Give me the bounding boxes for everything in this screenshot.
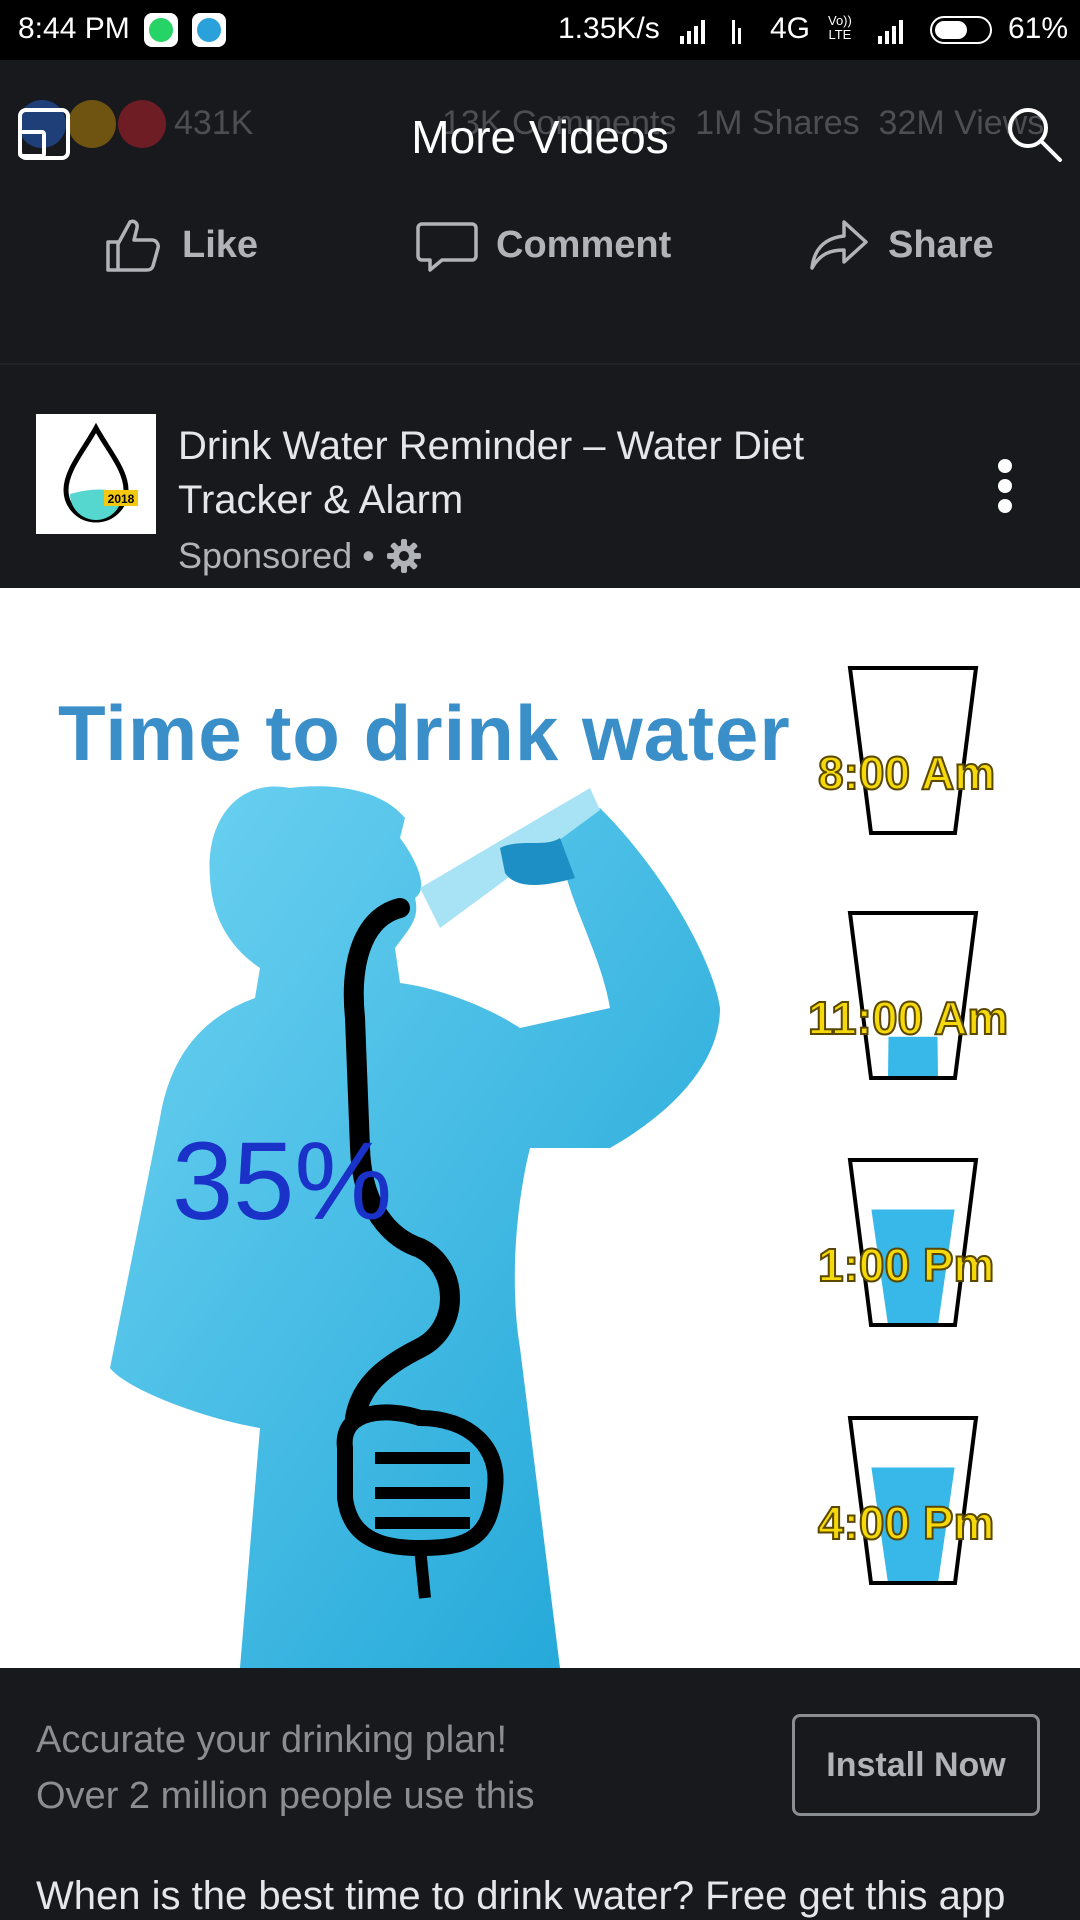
battery-percent: 61% xyxy=(1008,12,1069,45)
advertiser-logo[interactable]: 2018 xyxy=(36,414,156,534)
comment-icon xyxy=(416,222,478,272)
ad-description: Accurate your drinking plan! Over 2 mill… xyxy=(36,1719,535,1817)
sponsored-label: Sponsored xyxy=(178,535,353,576)
ad-footer: Accurate your drinking plan! Over 2 mill… xyxy=(0,1668,1080,1920)
separator-dot: • xyxy=(362,535,375,576)
comment-button[interactable]: Comment xyxy=(416,200,671,290)
glass-time-label: 11:00 Am xyxy=(807,991,1009,1045)
network-type: 4G xyxy=(770,12,811,45)
share-label: Share xyxy=(888,223,994,266)
glass-time-label: 4:00 Pm xyxy=(817,1496,995,1550)
action-bar: Like Comment Share xyxy=(0,200,1080,290)
svg-text:2018: 2018 xyxy=(108,492,135,506)
glass-time-label: 8:00 Am xyxy=(817,746,996,800)
signal-strength-icon xyxy=(680,18,705,44)
comment-label: Comment xyxy=(496,223,672,266)
more-options-icon[interactable] xyxy=(990,453,1020,523)
whatsapp-icon xyxy=(144,13,178,47)
install-now-button[interactable]: Install Now xyxy=(792,1714,1040,1816)
status-bar: 8:44 PM 1.35K/s 4G Vo)) LTE 61% xyxy=(0,0,1080,60)
glass-time-label: 1:00 Pm xyxy=(817,1238,995,1292)
status-time: 8:44 PM xyxy=(18,12,130,45)
share-arrow-icon xyxy=(810,220,868,270)
signal-strength-icon-2 xyxy=(878,18,903,44)
network-speed: 1.35K/s xyxy=(558,12,660,45)
ad-image[interactable]: Time to drink water 35% 8:00 Am 11:00 Am 1… xyxy=(0,588,1080,1668)
ad-title[interactable]: Drink Water Reminder – Water Diet Tracke… xyxy=(178,419,858,527)
data-transfer-icon xyxy=(732,18,741,44)
telegram-icon xyxy=(192,13,226,47)
water-drop-logo-icon: 2018 xyxy=(63,422,138,523)
volte-indicator: Vo)) LTE xyxy=(828,13,852,42)
sponsored-post-header: 2018 Drink Water Reminder – Water Diet T… xyxy=(0,365,1080,588)
search-icon[interactable] xyxy=(1004,104,1064,164)
page-title: More Videos xyxy=(411,111,669,163)
ad-caption: When is the best time to drink water? Fr… xyxy=(36,1874,1006,1918)
video-header: 431K 13K Comments 1M Shares 32M Views Mo… xyxy=(0,60,1080,360)
thumbs-up-icon xyxy=(106,219,160,272)
like-button[interactable]: Like xyxy=(102,200,258,290)
like-label: Like xyxy=(182,223,259,266)
battery-icon xyxy=(930,16,992,44)
gear-icon[interactable] xyxy=(385,537,423,575)
share-button[interactable]: Share xyxy=(808,200,994,290)
sponsored-line: Sponsored • xyxy=(178,535,423,577)
